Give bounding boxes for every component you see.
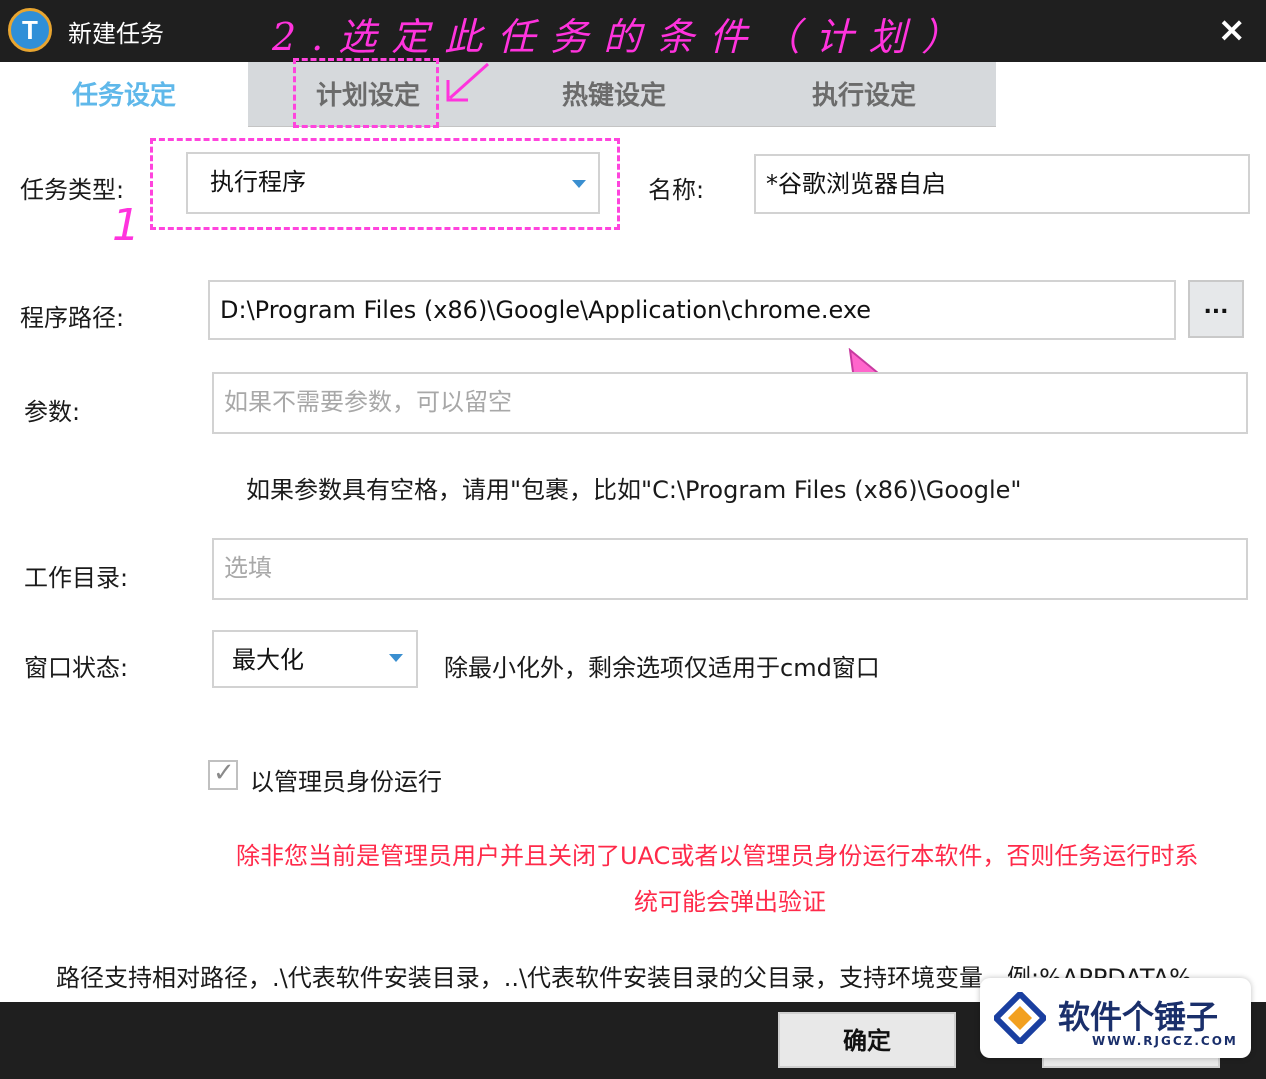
uac-warning-line-2: 统可能会弹出验证 bbox=[634, 888, 826, 916]
annotation-step-2: 2.选定此任务的条件（计划） bbox=[272, 15, 975, 59]
name-value: *谷歌浏览器自启 bbox=[766, 170, 946, 198]
annotation-highlight-tab bbox=[293, 58, 439, 128]
annotation-highlight-task-type bbox=[150, 138, 620, 230]
chevron-down-icon[interactable] bbox=[389, 654, 403, 662]
window-state-hint: 除最小化外，剩余选项仅适用于cmd窗口 bbox=[444, 654, 880, 682]
window-state-value: 最大化 bbox=[232, 646, 304, 674]
annotation-arrow-icon bbox=[446, 62, 490, 102]
browse-button[interactable]: ... bbox=[1188, 280, 1244, 338]
close-icon[interactable]: × bbox=[1218, 10, 1247, 50]
name-input[interactable]: *谷歌浏览器自启 bbox=[754, 154, 1250, 214]
params-label: 参数: bbox=[24, 398, 81, 426]
run-as-admin-checkbox[interactable]: ✓ bbox=[208, 758, 238, 790]
window-title: 新建任务 bbox=[68, 20, 164, 48]
tab-execute-settings[interactable]: 执行设定 bbox=[740, 62, 988, 128]
checkmark-icon: ✓ bbox=[213, 758, 235, 788]
workdir-placeholder: 选填 bbox=[224, 554, 272, 582]
program-path-label: 程序路径: bbox=[20, 304, 125, 332]
annotation-step-1: 1 bbox=[112, 200, 140, 251]
task-type-label: 任务类型: bbox=[20, 176, 125, 204]
name-label: 名称: bbox=[648, 176, 705, 204]
program-path-value: D:\Program Files (x86)\Google\Applicatio… bbox=[220, 296, 872, 324]
run-as-admin-label: 以管理员身份运行 bbox=[250, 768, 442, 796]
watermark-badge: 软件个锤子 WWW.RJGCZ.COM bbox=[980, 978, 1251, 1058]
watermark-text: 软件个锤子 bbox=[1058, 998, 1219, 1036]
program-path-input[interactable]: D:\Program Files (x86)\Google\Applicatio… bbox=[208, 280, 1176, 340]
tab-hotkey-settings[interactable]: 热键设定 bbox=[490, 62, 738, 128]
workdir-input[interactable]: 选填 bbox=[212, 538, 1248, 600]
app-logo-icon: T bbox=[8, 8, 52, 52]
tab-task-settings[interactable]: 任务设定 bbox=[0, 62, 248, 128]
watermark-url: WWW.RJGCZ.COM bbox=[1092, 1034, 1238, 1048]
window-state-label: 窗口状态: bbox=[24, 654, 129, 682]
params-placeholder: 如果不需要参数，可以留空 bbox=[224, 388, 512, 416]
uac-warning-line-1: 除非您当前是管理员用户并且关闭了UAC或者以管理员身份运行本软件，否则任务运行时… bbox=[236, 842, 1199, 870]
ok-button[interactable]: 确定 bbox=[778, 1012, 956, 1068]
window-state-select[interactable]: 最大化 bbox=[212, 630, 418, 688]
watermark-logo-icon bbox=[994, 992, 1046, 1044]
params-hint: 如果参数具有空格，请用"包裹，比如"C:\Program Files (x86)… bbox=[246, 476, 1022, 504]
workdir-label: 工作目录: bbox=[24, 564, 129, 592]
params-input[interactable]: 如果不需要参数，可以留空 bbox=[212, 372, 1248, 434]
